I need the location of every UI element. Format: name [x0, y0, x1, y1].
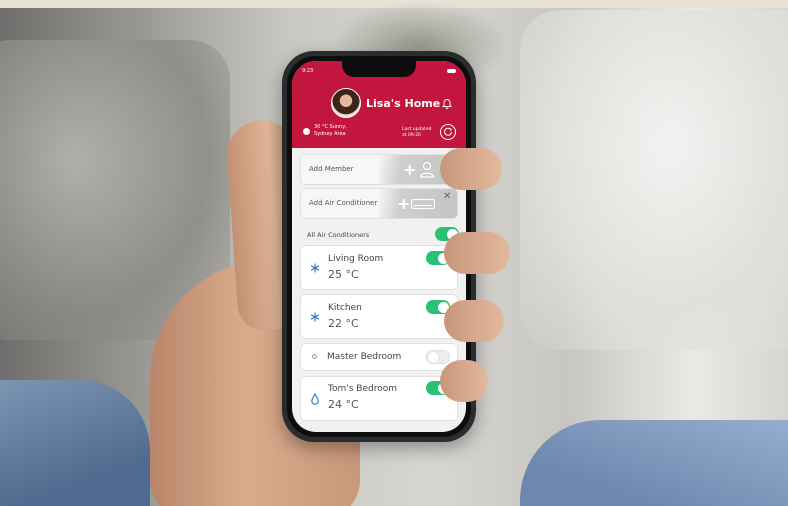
- room-name: Tom's Bedroom: [328, 384, 397, 394]
- room-temp: 24 °C: [328, 398, 359, 411]
- plus-icon: +: [397, 194, 411, 213]
- circle-icon: [312, 354, 317, 359]
- room-toggle[interactable]: [426, 350, 450, 364]
- background-window: [520, 10, 788, 350]
- finger: [440, 148, 502, 190]
- room-name: Kitchen: [328, 303, 362, 313]
- room-card-living-room[interactable]: Living Room 25 °C: [301, 246, 457, 289]
- last-updated: Last updated at 09:20: [402, 127, 432, 139]
- user-icon: [419, 161, 435, 178]
- room-card-kitchen[interactable]: Kitchen 22 °C: [301, 295, 457, 338]
- air-conditioner-icon: [411, 199, 435, 209]
- room-name: Living Room: [328, 254, 384, 264]
- weather-info: 30 °C Sunny, Sydney Area: [314, 124, 347, 138]
- jeans-left: [0, 380, 150, 506]
- add-member-card[interactable]: Add Member + ✕: [301, 155, 457, 184]
- droplet-icon: [311, 393, 319, 405]
- room-temp: 25 °C: [328, 268, 359, 281]
- room-card-master-bedroom[interactable]: Master Bedroom: [301, 344, 457, 370]
- battery-icon: [447, 69, 456, 73]
- avatar[interactable]: [331, 88, 361, 118]
- last-updated-time: at 09:20: [402, 133, 421, 138]
- home-title: Lisa's Home: [366, 97, 441, 110]
- add-ac-label: Add Air Conditioner: [309, 199, 378, 207]
- refresh-icon[interactable]: [440, 124, 456, 140]
- add-ac-card[interactable]: Add Air Conditioner + ✕: [301, 189, 457, 218]
- room-name: Master Bedroom: [327, 352, 402, 362]
- plus-icon: +: [403, 160, 417, 179]
- bell-icon[interactable]: [441, 97, 453, 109]
- room-card-toms-bedroom[interactable]: Tom's Bedroom 24 °C: [301, 377, 457, 420]
- sun-icon: [303, 128, 310, 135]
- jeans-right: [520, 420, 788, 506]
- all-ac-label: All Air Conditioners: [307, 231, 370, 239]
- room-temp: 22 °C: [328, 317, 359, 330]
- snowflake-icon: [310, 263, 320, 273]
- weather-location: Sydney Area: [314, 131, 346, 137]
- finger: [444, 300, 504, 342]
- phone-notch: [342, 61, 416, 77]
- finger: [440, 360, 488, 402]
- finger: [444, 232, 510, 274]
- snowflake-icon: [310, 312, 320, 322]
- add-member-label: Add Member: [309, 165, 354, 173]
- weather-temp: 30 °C Sunny,: [314, 124, 347, 130]
- photo-background: 9:23 Lisa's Home 30 °C Sunny, Sydney Are…: [0, 0, 788, 506]
- status-time: 9:23: [302, 68, 314, 74]
- close-icon[interactable]: ✕: [443, 192, 451, 202]
